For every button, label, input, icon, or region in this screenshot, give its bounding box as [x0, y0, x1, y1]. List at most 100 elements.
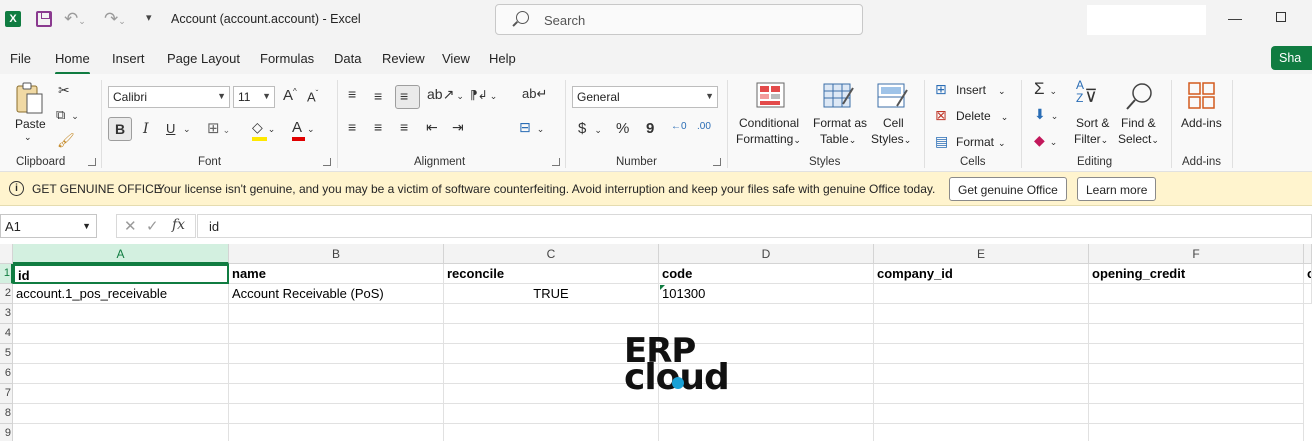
conditional-formatting-label-1[interactable]: Conditional — [739, 116, 799, 130]
font-name-select[interactable]: Calibri ▼ — [108, 86, 230, 108]
cell-e2[interactable] — [874, 284, 1089, 304]
cell-e8[interactable] — [874, 404, 1089, 424]
formula-input[interactable]: id — [197, 214, 1312, 238]
tab-page-layout[interactable]: Page Layout — [167, 51, 240, 66]
search-box[interactable]: Search — [495, 4, 863, 35]
column-header-e[interactable]: E — [874, 244, 1089, 264]
cell-e5[interactable] — [874, 344, 1089, 364]
percent-icon[interactable]: % — [616, 120, 629, 137]
cell-b3[interactable] — [229, 304, 444, 324]
add-ins-button[interactable]: Add-ins — [1181, 116, 1222, 130]
cell-c3[interactable] — [444, 304, 659, 324]
tab-file[interactable]: File — [10, 51, 31, 66]
format-as-table-button[interactable]: Table⌄ — [820, 132, 856, 146]
shrink-font-icon[interactable]: Aˇ — [307, 89, 318, 104]
cell-a1[interactable]: id — [13, 264, 229, 284]
tab-formulas[interactable]: Formulas — [260, 51, 314, 66]
alignment-launcher-icon[interactable] — [552, 158, 560, 166]
cell-styles-button[interactable]: Styles⌄ — [871, 132, 911, 146]
sort-filter-label-1[interactable]: Sort & — [1076, 116, 1109, 130]
insert-cells-icon[interactable]: ⊞ — [935, 81, 947, 98]
middle-align-icon[interactable]: ≡ — [374, 88, 382, 104]
maximize-icon[interactable] — [1276, 12, 1286, 22]
row-header-2[interactable]: 2 — [0, 284, 13, 304]
find-select-icon[interactable] — [1125, 82, 1155, 112]
cell-f6[interactable] — [1089, 364, 1304, 384]
cell-a3[interactable] — [13, 304, 229, 324]
align-center-icon[interactable]: ≡ — [374, 119, 382, 135]
increase-indent-icon[interactable]: ⇥ — [452, 119, 464, 136]
cell-f7[interactable] — [1089, 384, 1304, 404]
conditional-formatting-icon[interactable] — [756, 82, 786, 110]
align-right-icon[interactable]: ≡ — [400, 119, 408, 135]
cell-b1[interactable]: name — [229, 264, 444, 284]
fill-color-icon[interactable]: ◇ ⌄ — [252, 119, 275, 141]
row-header-4[interactable]: 4 — [0, 324, 13, 344]
select-all-corner[interactable] — [0, 244, 13, 264]
column-header-g[interactable] — [1304, 244, 1312, 264]
font-color-icon[interactable]: A ⌄ — [292, 119, 315, 141]
cell-g2[interactable] — [1304, 284, 1312, 304]
cell-e4[interactable] — [874, 324, 1089, 344]
cell-d8[interactable] — [659, 404, 874, 424]
cell-f8[interactable] — [1089, 404, 1304, 424]
currency-icon[interactable]: $ ⌄ — [578, 120, 602, 137]
cell-d2[interactable]: 101300 — [659, 284, 874, 304]
column-header-a[interactable]: A — [13, 244, 229, 264]
tab-insert[interactable]: Insert — [112, 51, 145, 66]
cell-e7[interactable] — [874, 384, 1089, 404]
sort-filter-button[interactable]: Filter⌄ — [1074, 132, 1108, 146]
cell-f5[interactable] — [1089, 344, 1304, 364]
find-select-button[interactable]: Select⌄ — [1118, 132, 1159, 146]
number-launcher-icon[interactable] — [713, 158, 721, 166]
format-cells-icon[interactable]: ▤ — [935, 133, 948, 150]
row-header-7[interactable]: 7 — [0, 384, 13, 404]
paste-icon[interactable] — [14, 82, 46, 116]
name-box[interactable]: A1 ▼ — [0, 214, 97, 238]
cell-b4[interactable] — [229, 324, 444, 344]
format-as-table-icon[interactable] — [823, 82, 855, 110]
account-area[interactable] — [1087, 5, 1206, 35]
row-header-8[interactable]: 8 — [0, 404, 13, 424]
top-align-icon[interactable]: ≡ — [348, 86, 356, 102]
customize-qat-icon[interactable]: ▾ — [146, 11, 152, 24]
paste-label[interactable]: Paste — [15, 117, 46, 131]
save-icon[interactable] — [36, 11, 52, 27]
cell-a5[interactable] — [13, 344, 229, 364]
row-header-5[interactable]: 5 — [0, 344, 13, 364]
borders-icon[interactable]: ⊞ ⌄ — [207, 119, 230, 137]
redo-icon[interactable]: ↷⌄ — [104, 9, 126, 29]
increase-decimal-icon[interactable]: ←0 — [671, 121, 687, 132]
cell-b6[interactable] — [229, 364, 444, 384]
chevron-down-icon[interactable]: ⌄ — [183, 124, 191, 135]
cell-b7[interactable] — [229, 384, 444, 404]
row-header-9[interactable]: 9 — [0, 424, 13, 441]
row-header-3[interactable]: 3 — [0, 304, 13, 324]
paste-chevron-icon[interactable]: ⌄ — [24, 132, 32, 143]
cell-f3[interactable] — [1089, 304, 1304, 324]
cell-styles-icon[interactable] — [877, 82, 909, 110]
cancel-icon[interactable]: ✕ — [124, 217, 137, 235]
learn-more-button[interactable]: Learn more — [1077, 177, 1157, 201]
find-select-label-1[interactable]: Find & — [1121, 116, 1156, 130]
cell-c8[interactable] — [444, 404, 659, 424]
cell-b8[interactable] — [229, 404, 444, 424]
cell-d1[interactable]: code — [659, 264, 874, 284]
orientation-icon[interactable]: ab↗ ⌄ — [427, 86, 464, 103]
conditional-formatting-button[interactable]: Formatting⌄ — [736, 132, 801, 146]
clear-icon[interactable]: ◆ ⌄ — [1034, 132, 1057, 149]
row-header-1[interactable]: 1 — [0, 264, 13, 284]
cell-f4[interactable] — [1089, 324, 1304, 344]
column-header-f[interactable]: F — [1089, 244, 1304, 264]
format-cells-button[interactable]: Format ⌄ — [956, 135, 1006, 149]
cell-a7[interactable] — [13, 384, 229, 404]
insert-function-icon[interactable]: fx — [172, 217, 185, 233]
tab-data[interactable]: Data — [334, 51, 361, 66]
tab-view[interactable]: View — [442, 51, 470, 66]
cell-b2[interactable]: Account Receivable (PoS) — [229, 284, 444, 304]
cell-e1[interactable]: company_id — [874, 264, 1089, 284]
cell-c2[interactable]: TRUE — [444, 284, 659, 304]
tab-home[interactable]: Home — [55, 51, 90, 75]
cell-a4[interactable] — [13, 324, 229, 344]
sort-filter-icon[interactable]: A Z⊽ — [1076, 79, 1098, 105]
